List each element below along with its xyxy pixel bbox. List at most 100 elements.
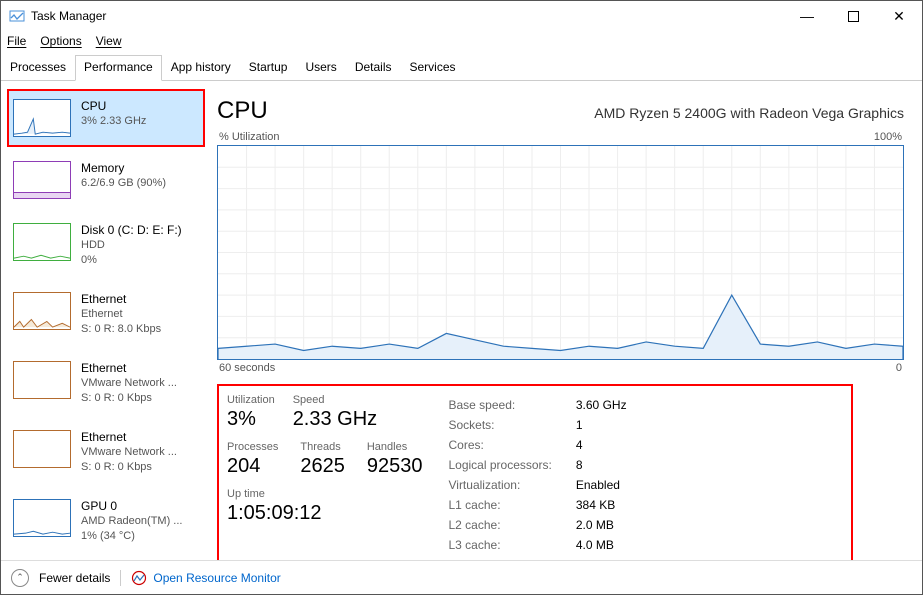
menu-file[interactable]: File [7,34,26,48]
tab-users[interactable]: Users [296,55,345,80]
util-label: Utilization [227,394,275,406]
spec-value: 2.0 MB [576,516,627,534]
cpu-chart[interactable] [217,145,904,360]
cpu-details: Utilization 3% Speed 2.33 GHz Processes … [217,384,853,560]
chart-label-bl: 60 seconds [219,362,275,374]
sidebar-eth1-title: Ethernet [81,361,177,376]
sidebar-item-ethernet-0[interactable]: Ethernet Ethernet S: 0 R: 8.0 Kbps [7,282,205,347]
uptime-value: 1:05:09:12 [227,502,422,525]
sidebar-memory-title: Memory [81,161,166,176]
memory-thumb [13,161,71,199]
eth0-thumb [13,292,71,330]
spec-value: Enabled [576,476,627,494]
divider [120,570,121,586]
disk-thumb [13,223,71,261]
sidebar-eth2-sub: VMware Network ... [81,445,177,460]
tab-details[interactable]: Details [346,55,401,80]
eth2-thumb [13,430,71,468]
tab-app-history[interactable]: App history [162,55,240,80]
processes-value: 204 [227,455,278,478]
handles-value: 92530 [367,455,423,478]
sidebar-item-ethernet-2[interactable]: Ethernet VMware Network ... S: 0 R: 0 Kb… [7,420,205,485]
sidebar-eth0-sub2: S: 0 R: 8.0 Kbps [81,322,161,337]
spec-label: L1 cache: [448,496,573,514]
eth1-thumb [13,361,71,399]
tabbar: Processes Performance App history Startu… [1,55,922,81]
fewer-details-link[interactable]: Fewer details [39,571,110,585]
threads-label: Threads [300,441,345,453]
taskmanager-icon [9,8,25,24]
spec-row: Sockets:1 [448,416,626,434]
titlebar: Task Manager — ✕ [1,1,922,31]
resource-monitor-icon [131,570,147,586]
spec-value: 3.60 GHz [576,396,627,414]
spec-row: Base speed:3.60 GHz [448,396,626,414]
content: CPU 3% 2.33 GHz Memory 6.2/6.9 GB (90%) … [1,81,922,560]
spec-row: Cores:4 [448,436,626,454]
sidebar-eth2-title: Ethernet [81,430,177,445]
open-resource-monitor-link[interactable]: Open Resource Monitor [131,570,280,586]
speed-label: Speed [293,394,377,406]
processes-label: Processes [227,441,278,453]
sidebar-item-disk0[interactable]: Disk 0 (C: D: E: F:) HDD 0% [7,213,205,278]
tab-startup[interactable]: Startup [240,55,297,80]
chevron-up-icon[interactable]: ⌃ [11,569,29,587]
spec-label: Cores: [448,436,573,454]
spec-label: L3 cache: [448,536,573,554]
sidebar-item-memory[interactable]: Memory 6.2/6.9 GB (90%) [7,151,205,209]
cpu-thumb [13,99,71,137]
spec-label: Base speed: [448,396,573,414]
spec-value: 384 KB [576,496,627,514]
spec-row: L2 cache:2.0 MB [448,516,626,534]
tab-services[interactable]: Services [401,55,465,80]
threads-value: 2625 [300,455,345,478]
orm-label: Open Resource Monitor [153,571,280,585]
util-value: 3% [227,408,275,431]
cpu-model-name: AMD Ryzen 5 2400G with Radeon Vega Graph… [594,105,904,121]
handles-label: Handles [367,441,423,453]
sidebar-memory-sub: 6.2/6.9 GB (90%) [81,176,166,191]
sidebar: CPU 3% 2.33 GHz Memory 6.2/6.9 GB (90%) … [1,81,211,560]
cpu-specs-table: Base speed:3.60 GHzSockets:1Cores:4Logic… [446,394,628,556]
spec-label: Virtualization: [448,476,573,494]
uptime-label: Up time [227,488,422,500]
spec-row: Virtualization:Enabled [448,476,626,494]
sidebar-item-cpu[interactable]: CPU 3% 2.33 GHz [7,89,205,147]
main-panel: CPU AMD Ryzen 5 2400G with Radeon Vega G… [211,81,922,560]
menu-view[interactable]: View [96,34,122,48]
speed-value: 2.33 GHz [293,408,377,431]
sidebar-eth0-sub: Ethernet [81,307,161,322]
spec-value: 1 [576,416,627,434]
tab-processes[interactable]: Processes [1,55,75,80]
menubar: File Options View [1,31,922,51]
sidebar-cpu-sub: 3% 2.33 GHz [81,114,146,129]
sidebar-gpu-sub: AMD Radeon(TM) ... [81,514,182,529]
spec-value: 8 [576,456,627,474]
sidebar-item-gpu0[interactable]: GPU 0 AMD Radeon(TM) ... 1% (34 °C) [7,489,205,554]
spec-row: L3 cache:4.0 MB [448,536,626,554]
spec-row: Logical processors:8 [448,456,626,474]
sidebar-eth1-sub: VMware Network ... [81,376,177,391]
minimize-button[interactable]: — [784,1,830,31]
sidebar-item-ethernet-1[interactable]: Ethernet VMware Network ... S: 0 R: 0 Kb… [7,351,205,416]
sidebar-cpu-title: CPU [81,99,146,114]
sidebar-gpu-sub2: 1% (34 °C) [81,529,182,544]
chart-label-tr: 100% [874,131,902,143]
titlebar-title: Task Manager [31,9,784,23]
spec-value: 4.0 MB [576,536,627,554]
spec-label: L2 cache: [448,516,573,534]
sidebar-disk-title: Disk 0 (C: D: E: F:) [81,223,182,238]
sidebar-disk-sub: HDD [81,238,182,253]
sidebar-disk-sub2: 0% [81,253,182,268]
maximize-button[interactable] [830,1,876,31]
close-button[interactable]: ✕ [876,1,922,31]
sidebar-gpu-title: GPU 0 [81,499,182,514]
spec-value: 4 [576,436,627,454]
menu-options[interactable]: Options [40,34,81,48]
page-title: CPU [217,97,268,125]
sidebar-eth2-sub2: S: 0 R: 0 Kbps [81,460,177,475]
sidebar-eth0-title: Ethernet [81,292,161,307]
tab-performance[interactable]: Performance [75,55,162,81]
footer: ⌃ Fewer details Open Resource Monitor [1,560,922,594]
spec-label: Sockets: [448,416,573,434]
